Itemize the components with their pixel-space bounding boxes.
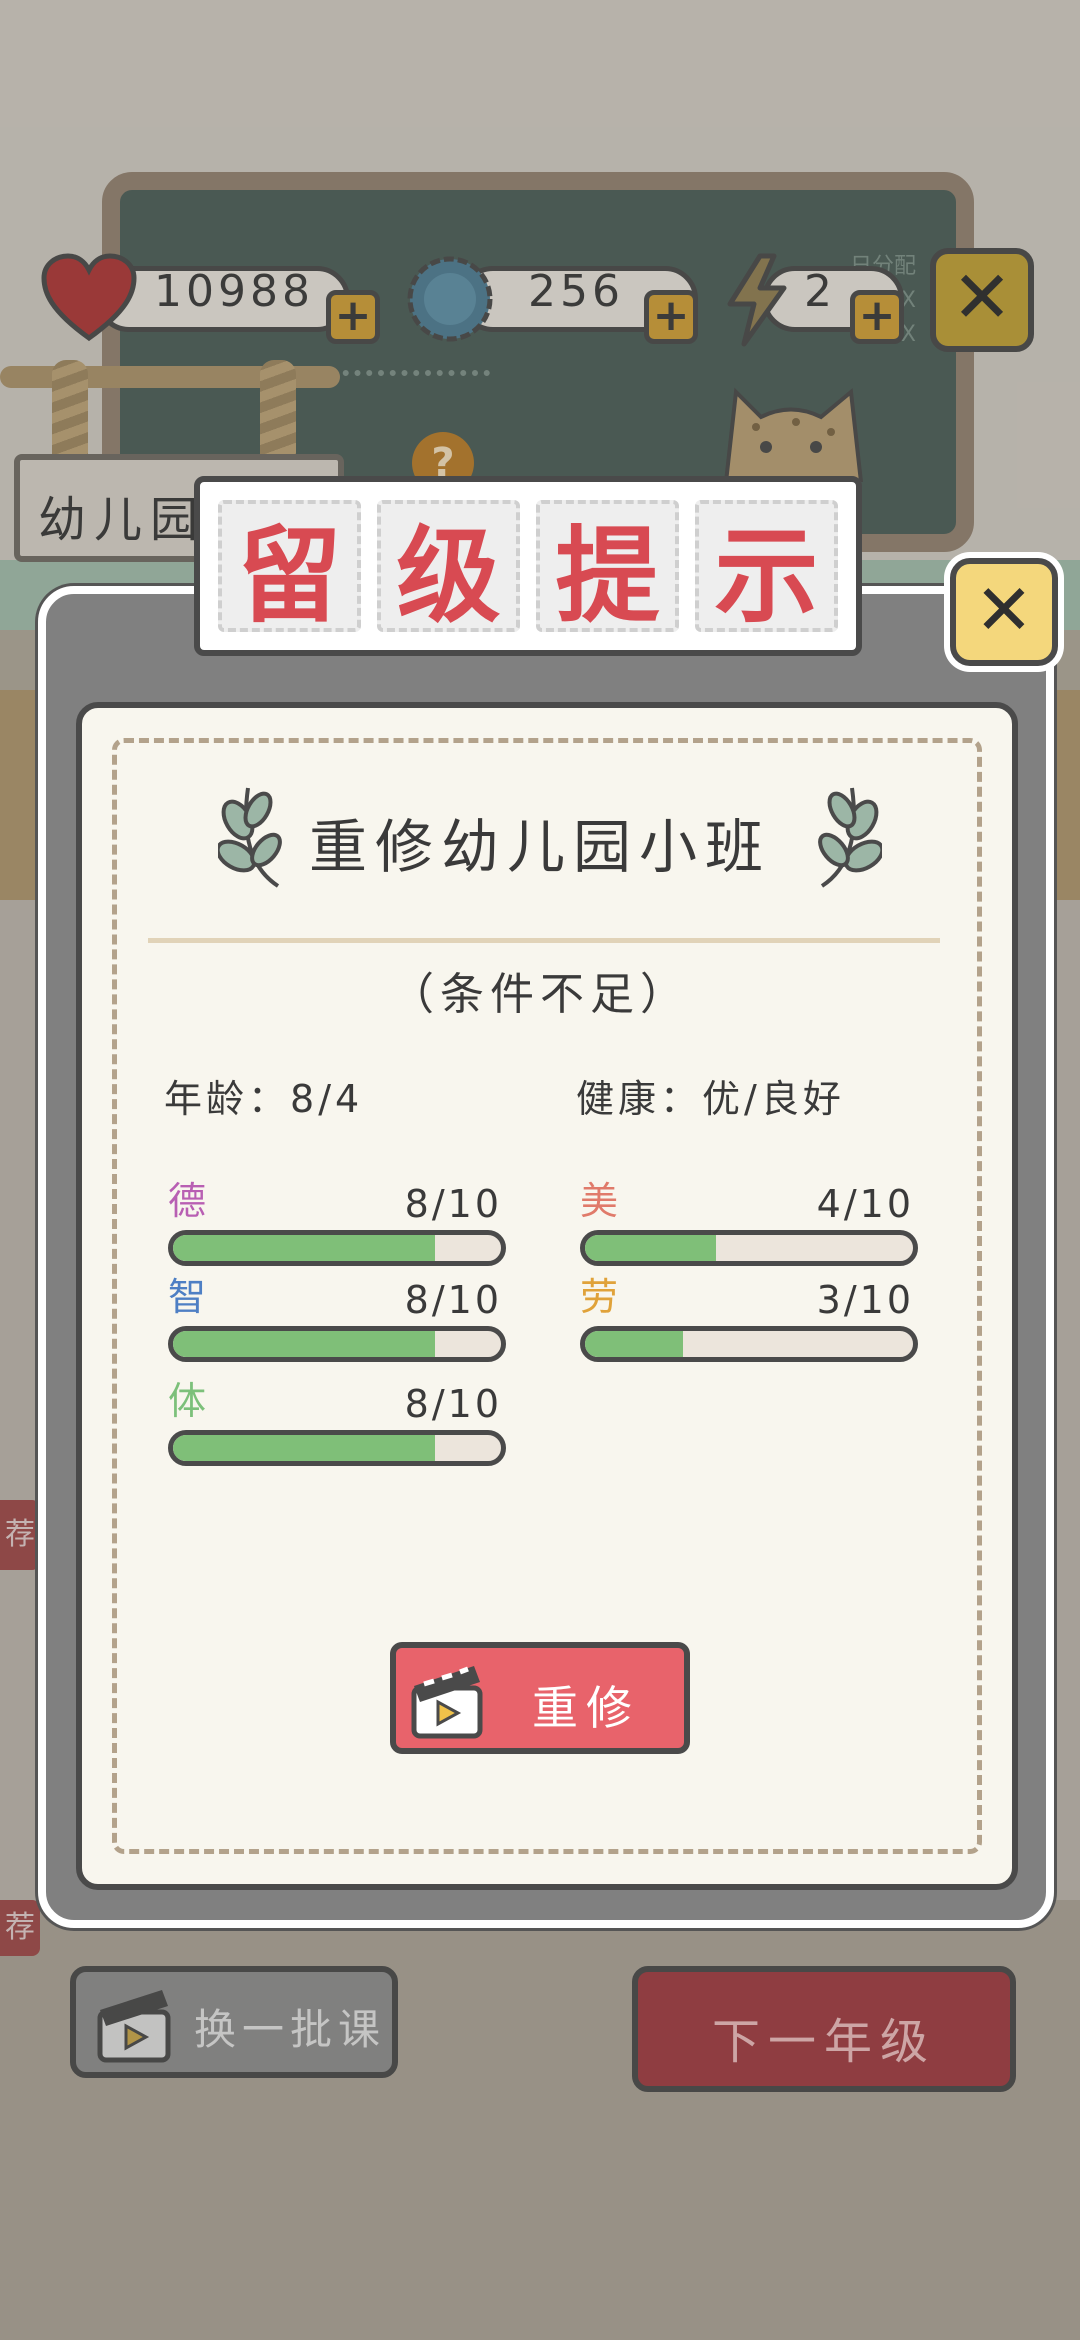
title-char: 级: [396, 513, 501, 637]
stat-name: 美: [580, 1179, 619, 1223]
stat-value: 3/10: [816, 1278, 914, 1322]
stat-bar-fill: [585, 1331, 684, 1357]
stat-value: 8/10: [404, 1278, 502, 1322]
health-label: 健康：: [576, 1077, 703, 1121]
stat-bar-fill: [173, 1331, 436, 1357]
title-cell: 示: [695, 500, 838, 637]
health-value: 优/良好: [702, 1077, 845, 1121]
title-cell: 留: [218, 500, 361, 637]
stat-value: 8/10: [404, 1382, 502, 1426]
title-cell: 提: [536, 500, 679, 637]
stat-bar: [168, 1230, 506, 1266]
dialog-close-icon[interactable]: ✕: [950, 558, 1058, 666]
divider: [148, 938, 940, 943]
stat-name: 劳: [580, 1275, 619, 1319]
stat-bar-fill: [585, 1235, 717, 1261]
stat-bar: [580, 1326, 918, 1362]
stat-bar: [168, 1326, 506, 1362]
stat-bar: [168, 1430, 506, 1466]
stat-bar-fill: [173, 1235, 436, 1261]
title-char: 提: [555, 513, 660, 637]
title-char: 留: [237, 513, 342, 637]
age-info: 年龄：8/4: [164, 1068, 363, 1123]
clapperboard-icon: [411, 1666, 483, 1739]
title-cell: 级: [377, 500, 520, 637]
condition-note: （条件不足）: [390, 969, 690, 1020]
age-label: 年龄：: [164, 1077, 291, 1121]
retake-button[interactable]: 重修: [390, 1642, 690, 1754]
stat-value: 8/10: [404, 1182, 502, 1226]
stat-name: 体: [168, 1379, 207, 1423]
health-info: 健康：优/良好: [576, 1068, 845, 1123]
stat-name: 德: [168, 1179, 207, 1223]
stat-value: 4/10: [816, 1182, 914, 1226]
course-name: 重修幼儿园小班: [308, 813, 771, 881]
dialog-title: 留 级 提 示: [194, 476, 862, 656]
age-value: 8/4: [290, 1077, 364, 1121]
retake-label: 重修: [532, 1681, 640, 1735]
title-char: 示: [714, 513, 819, 637]
stat-bar-fill: [173, 1435, 436, 1461]
stat-bar: [580, 1230, 918, 1266]
stat-name: 智: [168, 1275, 207, 1319]
